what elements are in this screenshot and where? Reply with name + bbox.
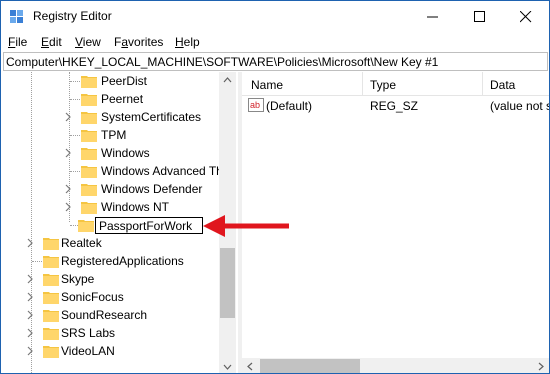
tree-item[interactable]: TPM [3, 126, 236, 144]
scroll-down-icon[interactable] [219, 358, 236, 374]
folder-icon [81, 184, 97, 196]
folder-icon [78, 220, 94, 232]
close-icon [520, 11, 532, 23]
folder-icon [81, 148, 97, 160]
chevron-right-icon[interactable] [25, 345, 35, 357]
list-header: Name Type Data [242, 72, 549, 96]
registry-editor-icon [10, 10, 23, 23]
tree-item[interactable]: Skype [3, 270, 236, 288]
tree-item[interactable]: VideoLAN [3, 342, 236, 360]
menu-edit[interactable]: Edit [41, 35, 62, 49]
folder-icon [81, 202, 97, 214]
chevron-right-icon[interactable] [63, 147, 73, 159]
minimize-icon [427, 16, 438, 18]
title-bar: Registry Editor [1, 1, 549, 32]
tree-item-label: PeerDist [101, 74, 148, 88]
list-horizontal-scrollbar[interactable] [242, 358, 549, 374]
tree-item[interactable]: Windows [3, 144, 236, 162]
registry-editor-window: Registry Editor File Edit View Favorites… [0, 0, 550, 374]
tree-item-label: SystemCertificates [101, 110, 202, 124]
chevron-right-icon[interactable] [25, 237, 35, 249]
value-data: (value not set) [490, 99, 549, 113]
value-name: (Default) [266, 99, 313, 113]
tree-item[interactable]: SoundResearch [3, 306, 236, 324]
tree-item-label: TPM [101, 128, 127, 142]
menu-help[interactable]: Help [175, 35, 200, 49]
tree-item[interactable]: PeerDist [3, 72, 236, 90]
rename-input[interactable]: PassportForWork [95, 217, 203, 234]
chevron-right-icon[interactable] [25, 291, 35, 303]
maximize-button[interactable] [457, 1, 503, 32]
close-button[interactable] [503, 1, 549, 32]
maximize-icon [474, 11, 485, 22]
folder-icon [81, 94, 97, 106]
tree-item-label: SRS Labs [61, 326, 116, 340]
chevron-right-icon[interactable] [25, 327, 35, 339]
folder-icon [43, 292, 59, 304]
scrollbar-thumb[interactable] [220, 248, 235, 318]
string-value-icon: ab [248, 98, 264, 112]
tree-item-label: Windows NT [101, 200, 170, 214]
tree-item[interactable]: SonicFocus [3, 288, 236, 306]
scrollbar-thumb[interactable] [260, 359, 360, 373]
tree-item-label: Peernet [101, 92, 144, 106]
chevron-right-icon[interactable] [63, 111, 73, 123]
menu-view[interactable]: View [75, 35, 101, 49]
annotation-arrow-icon [203, 215, 289, 237]
folder-icon [81, 76, 97, 88]
tree-item[interactable]: Windows Defender [3, 180, 236, 198]
chevron-right-icon[interactable] [63, 183, 73, 195]
column-header-data[interactable]: Data [490, 78, 515, 92]
menu-favorites[interactable]: Favorites [114, 35, 163, 49]
tree-item-label: SonicFocus [61, 290, 124, 304]
tree-item[interactable]: SRS Labs [3, 324, 236, 342]
address-bar[interactable]: Computer\HKEY_LOCAL_MACHINE\SOFTWARE\Pol… [3, 52, 548, 71]
value-type: REG_SZ [370, 99, 419, 113]
folder-icon [43, 310, 59, 322]
scroll-right-icon[interactable] [532, 358, 549, 374]
menu-bar: File Edit View Favorites Help [1, 32, 549, 52]
folder-icon [43, 238, 59, 250]
folder-icon [43, 274, 59, 286]
tree-item[interactable]: Windows Advanced Th [3, 162, 236, 180]
tree-item-label: Windows [101, 146, 150, 160]
folder-icon [81, 130, 97, 142]
tree-item-label: Skype [61, 272, 95, 286]
tree-item-label: RegisteredApplications [61, 254, 184, 268]
chevron-right-icon[interactable] [25, 273, 35, 285]
folder-icon [43, 256, 59, 268]
tree-item-label: Windows Defender [101, 182, 203, 196]
tree-item-label: Realtek [61, 236, 102, 250]
tree-item[interactable]: RegisteredApplications [3, 252, 236, 270]
minimize-button[interactable] [410, 1, 456, 32]
folder-icon [81, 166, 97, 178]
tree-item-label: SoundResearch [61, 308, 148, 322]
column-header-type[interactable]: Type [370, 78, 396, 92]
menu-file[interactable]: File [8, 35, 27, 49]
svg-text:ab: ab [250, 100, 260, 110]
scroll-left-icon[interactable] [242, 358, 259, 374]
chevron-right-icon[interactable] [25, 309, 35, 321]
scroll-up-icon[interactable] [219, 72, 236, 89]
column-header-name[interactable]: Name [251, 78, 283, 92]
folder-icon [81, 112, 97, 124]
address-path: Computer\HKEY_LOCAL_MACHINE\SOFTWARE\Pol… [6, 55, 439, 69]
folder-icon [43, 346, 59, 358]
table-row[interactable]: ab (Default) REG_SZ (value not set) [242, 97, 549, 115]
tree-item-label: VideoLAN [61, 344, 115, 358]
chevron-right-icon[interactable] [63, 201, 73, 213]
window-title: Registry Editor [33, 9, 112, 23]
tree-item[interactable]: SystemCertificates [3, 108, 236, 126]
tree-item-label: Windows Advanced Th [101, 164, 223, 178]
folder-icon [43, 328, 59, 340]
tree-item[interactable]: Peernet [3, 90, 236, 108]
